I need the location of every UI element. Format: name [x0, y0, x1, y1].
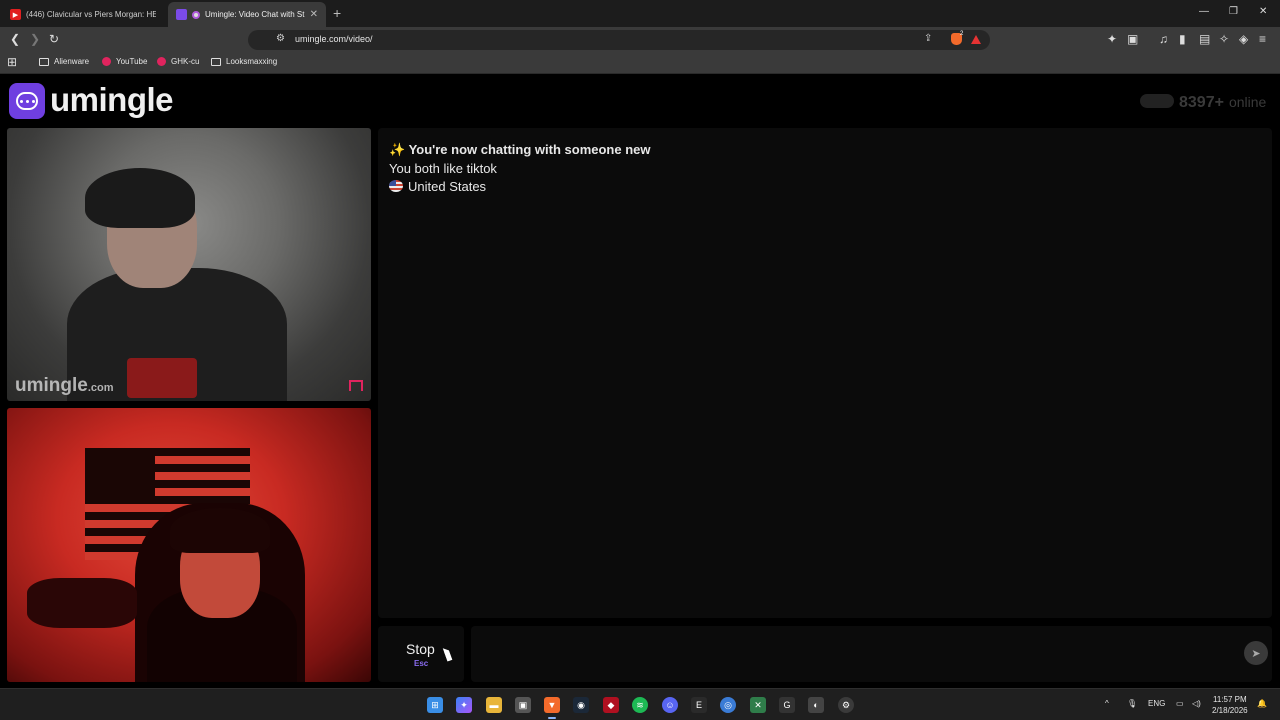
- menu-icon[interactable]: ≡: [1259, 32, 1266, 46]
- folder-icon: [211, 57, 221, 66]
- file-explorer-icon[interactable]: ▬: [486, 697, 502, 713]
- vpn-icon[interactable]: ◈: [1239, 32, 1248, 46]
- microphone-icon[interactable]: 🎙: [1127, 699, 1137, 708]
- maximize-icon[interactable]: ❐: [1229, 6, 1238, 17]
- address-bar[interactable]: ⚙ umingle.com/video/ ⇪: [248, 30, 990, 50]
- logitech-icon[interactable]: G: [779, 697, 795, 713]
- self-video: [7, 408, 371, 682]
- chat-interest-message: You both like tiktok: [389, 161, 497, 176]
- recording-icon: [192, 10, 200, 19]
- browser-tabstrip: ▶ (446) Clavicular vs Piers Morgan: HEA …: [0, 0, 1280, 27]
- epic-games-icon[interactable]: E: [691, 697, 707, 713]
- apps-grid-icon[interactable]: ⊞: [7, 55, 17, 69]
- tab-title: Umingle: Video Chat with Stra: [205, 10, 305, 19]
- tab-title: (446) Clavicular vs Piers Morgan: HEA: [26, 10, 156, 19]
- us-flag-icon: [389, 180, 403, 192]
- online-label: online: [1228, 94, 1267, 110]
- language-indicator[interactable]: ENG: [1148, 699, 1165, 708]
- shields-count-badge: 2: [960, 31, 964, 37]
- tab-umingle[interactable]: Umingle: Video Chat with Stra ✕: [168, 2, 326, 27]
- chevron-up-icon[interactable]: ^: [1105, 699, 1109, 708]
- bookmark-looksmaxxing[interactable]: Looksmaxxing: [211, 57, 277, 66]
- chat-panel: ✨ You're now chatting with someone new Y…: [378, 128, 1272, 618]
- stranger-video: umingle.com: [7, 128, 371, 401]
- media-icon[interactable]: ♫: [1159, 32, 1168, 46]
- notification-app-icon[interactable]: ◐: [808, 697, 824, 713]
- bookmark-label: YouTube: [116, 57, 148, 66]
- theme-toggle[interactable]: [1140, 94, 1174, 108]
- brave-taskbar-icon[interactable]: ▼: [544, 697, 560, 719]
- back-icon[interactable]: ❮: [10, 32, 20, 46]
- notification-bell-icon[interactable]: 🔔: [1257, 699, 1267, 708]
- umingle-page: umingle 8397+ online umingle.com ✨ You'r…: [0, 75, 1280, 687]
- umingle-watermark: umingle.com: [15, 375, 114, 396]
- screenshot-icon[interactable]: ▣: [1127, 32, 1138, 46]
- discord-icon[interactable]: ☺: [662, 697, 678, 713]
- bookmarks-bar: ⊞ Alienware YouTube GHK-cu Looksmaxxing: [0, 52, 1280, 74]
- copilot-icon[interactable]: ✦: [456, 697, 472, 713]
- folder-icon: [39, 57, 49, 66]
- network-icon[interactable]: ▭: [1176, 699, 1184, 708]
- send-button[interactable]: ➤: [1244, 641, 1268, 665]
- bookmark-label: Alienware: [54, 57, 90, 66]
- sidebar-icon[interactable]: ▮: [1179, 32, 1186, 46]
- steam-icon[interactable]: ◉: [573, 697, 589, 713]
- umingle-logo-icon[interactable]: [9, 83, 45, 119]
- youtube-icon: ▶: [10, 9, 21, 20]
- forward-icon[interactable]: ❯: [30, 32, 40, 46]
- excel-icon[interactable]: ✕: [750, 697, 766, 713]
- clock-date: 2/18/2026: [1212, 706, 1248, 715]
- chat-country-message: United States: [389, 179, 486, 194]
- spotify-icon[interactable]: ≋: [632, 697, 648, 713]
- bookmark-alienware[interactable]: Alienware: [39, 57, 89, 66]
- red-app-icon[interactable]: ◆: [603, 697, 619, 713]
- share-icon[interactable]: ⇪: [924, 33, 932, 44]
- bookmark-youtube[interactable]: YouTube: [102, 57, 147, 66]
- online-count: 8397+: [1179, 94, 1224, 111]
- stop-shortcut: Esc: [414, 659, 429, 668]
- stop-label: Stop: [406, 641, 435, 657]
- send-icon: ➤: [1251, 647, 1261, 660]
- umingle-icon: [176, 9, 187, 20]
- extensions-icon[interactable]: ✦: [1107, 32, 1117, 46]
- close-tab-icon[interactable]: ✕: [310, 9, 318, 20]
- leo-ai-icon[interactable]: ✧: [1219, 32, 1229, 46]
- bookmark-icon: [157, 57, 166, 66]
- bookmark-label: Looksmaxxing: [226, 57, 278, 66]
- new-tab-button[interactable]: +: [333, 5, 341, 21]
- close-window-icon[interactable]: ✕: [1259, 6, 1267, 17]
- message-input[interactable]: [471, 626, 1272, 682]
- site-logo-text[interactable]: umingle: [50, 81, 174, 119]
- volume-icon[interactable]: ◁): [1192, 699, 1201, 708]
- url-text[interactable]: umingle.com/video/: [295, 34, 373, 44]
- stop-button[interactable]: Stop Esc: [378, 626, 464, 682]
- chat-system-message: ✨ You're now chatting with someone new: [389, 142, 651, 157]
- browser-toolbar: ❮ ❯ ↻ ⌑ ⚙ umingle.com/video/ ⇪ ✦ ▣ ♫ ▮ ▤…: [0, 27, 1280, 52]
- settings-app-icon[interactable]: ⚙: [838, 697, 854, 713]
- bookmark-ghk-cu[interactable]: GHK-cu: [157, 57, 199, 66]
- blue-app-icon[interactable]: ◎: [720, 697, 736, 713]
- tab-youtube[interactable]: ▶ (446) Clavicular vs Piers Morgan: HEA: [2, 2, 164, 27]
- brave-rewards-icon[interactable]: [971, 35, 981, 44]
- clock-time: 11:57 PM: [1212, 695, 1247, 704]
- reload-icon[interactable]: ↻: [49, 32, 59, 46]
- minimize-icon[interactable]: —: [1199, 6, 1209, 17]
- bookmark-label: GHK-cu: [171, 57, 200, 66]
- online-indicator: 8397+ online: [1140, 93, 1266, 112]
- start-icon[interactable]: ⊞: [427, 697, 443, 713]
- youtube-icon: [102, 57, 111, 66]
- taskbar: ⊞ ✦ ▬ ▣ ▼ ◉ ◆ ≋ ☺ E ◎ ✕ G ◐ ⚙ ^ 🎙 ENG ▭ …: [0, 688, 1280, 720]
- site-info-icon[interactable]: ⚙: [276, 33, 285, 44]
- system-clock[interactable]: 11:57 PM 2/18/2026: [1212, 694, 1248, 716]
- report-flag-icon[interactable]: [349, 380, 363, 391]
- wallet-icon[interactable]: ▤: [1199, 32, 1210, 46]
- store-icon[interactable]: ▣: [515, 697, 531, 713]
